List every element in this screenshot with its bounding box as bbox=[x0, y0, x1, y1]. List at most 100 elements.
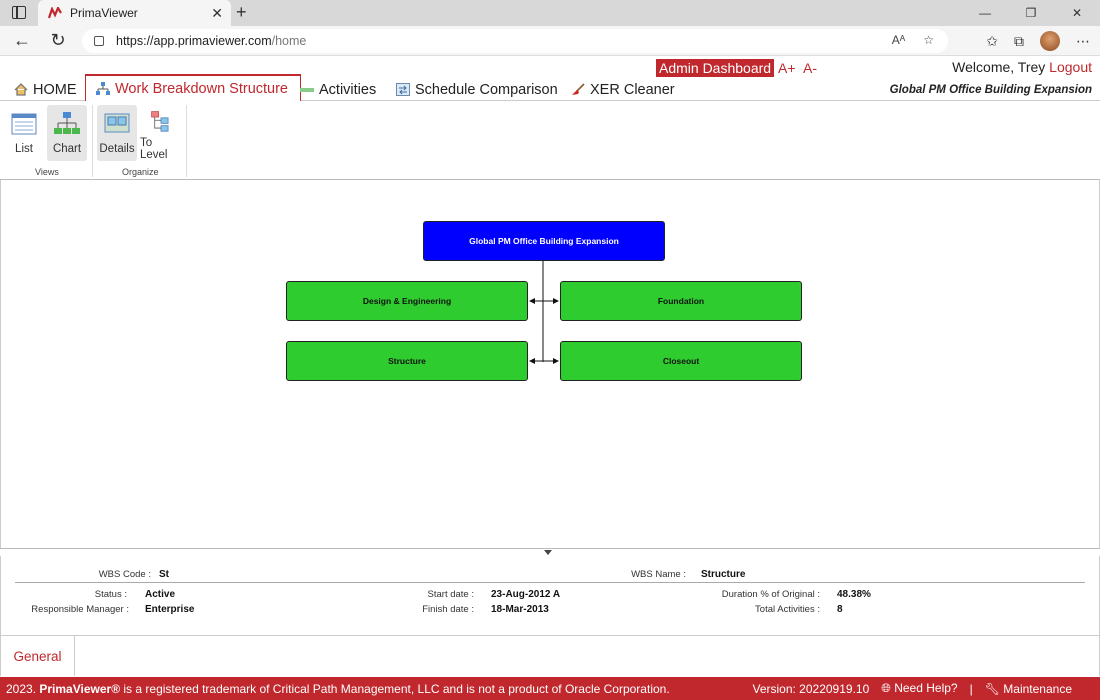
font-decrease-button[interactable]: A- bbox=[803, 60, 817, 76]
welcome-text: Welcome, Trey bbox=[952, 59, 1046, 75]
tab-wbs-label: Work Breakdown Structure bbox=[115, 80, 288, 97]
list-view-button[interactable]: List bbox=[4, 105, 44, 161]
details-label: Details bbox=[99, 143, 135, 155]
maintenance-link[interactable]: 🔧︎ Maintenance bbox=[985, 682, 1072, 696]
house-icon bbox=[14, 83, 28, 96]
minimize-icon[interactable]: — bbox=[962, 0, 1008, 26]
tab-actions-icon[interactable] bbox=[12, 6, 26, 19]
read-aloud-icon[interactable]: Aᴬ bbox=[892, 33, 905, 47]
status-value: Active bbox=[145, 589, 176, 600]
to-level-label: To Level bbox=[140, 137, 168, 161]
tab-schedule-comparison[interactable]: Schedule Comparison bbox=[396, 78, 558, 101]
version-text: Version: 20220919.10 bbox=[752, 681, 870, 696]
details-icon bbox=[104, 113, 130, 133]
list-view-label: List bbox=[15, 143, 33, 155]
tab-activities-label: Activities bbox=[319, 81, 377, 98]
footer-separator: | bbox=[969, 681, 973, 696]
tab-general[interactable]: General bbox=[1, 635, 75, 676]
new-tab-icon[interactable]: + bbox=[236, 2, 247, 23]
chart-view-label: Chart bbox=[52, 143, 82, 155]
finish-date-label: Finish date : bbox=[422, 604, 474, 615]
tab-home-label: HOME bbox=[33, 81, 77, 98]
group-separator bbox=[92, 105, 93, 177]
tab-xer-cleaner-label: XER Cleaner bbox=[590, 81, 675, 98]
browser-tab-bar: PrimaViewer ✕ + — ❐ ✕ bbox=[0, 0, 1100, 26]
tab-schedule-comparison-label: Schedule Comparison bbox=[415, 81, 558, 98]
broom-icon bbox=[572, 83, 585, 95]
ribbon-toolbar: List Chart Details To Level Views Organi… bbox=[0, 101, 1100, 180]
start-date-label: Start date : bbox=[427, 589, 474, 600]
browser-tab[interactable]: PrimaViewer ✕ bbox=[38, 0, 231, 26]
bar-icon bbox=[300, 87, 314, 92]
address-bar: ← ↻ https://app.primaviewer.com/home Aᴬ … bbox=[0, 26, 1100, 56]
org-chart-icon bbox=[54, 112, 80, 134]
duration-label: Duration % of Original : bbox=[721, 589, 820, 600]
url-field[interactable]: https://app.primaviewer.com/home Aᴬ ☆ bbox=[82, 29, 948, 53]
copyright-prefix: 2023. bbox=[6, 681, 37, 696]
browser-tab-title: PrimaViewer bbox=[70, 6, 138, 20]
add-favorite-icon[interactable]: ☆ bbox=[923, 33, 934, 47]
wbs-code-label: WBS Code : bbox=[98, 569, 151, 580]
profile-avatar[interactable] bbox=[1040, 31, 1060, 51]
details-divider bbox=[15, 582, 1085, 583]
total-activities-value: 8 bbox=[837, 604, 843, 615]
url-host: https://app.primaviewer.com bbox=[116, 34, 272, 48]
tab-home[interactable]: HOME bbox=[14, 78, 77, 101]
list-icon bbox=[11, 113, 37, 135]
welcome-area: Welcome, Trey Logout bbox=[952, 59, 1092, 75]
hierarchy-icon bbox=[96, 82, 110, 95]
refresh-icon[interactable]: ↻ bbox=[46, 30, 70, 51]
copyright-text: 2023. PrimaViewer® is a registered trade… bbox=[6, 682, 670, 696]
finish-date-value: 18-Mar-2013 bbox=[491, 604, 549, 615]
maintenance-label: Maintenance bbox=[1003, 681, 1072, 696]
primaviewer-logo-icon bbox=[48, 7, 62, 19]
wrench-icon: 🔧︎ bbox=[984, 681, 1000, 696]
chart-view-button[interactable]: Chart bbox=[47, 105, 87, 161]
favorites-icon[interactable]: ✩ bbox=[986, 33, 998, 50]
panel-splitter[interactable] bbox=[0, 548, 1100, 556]
group-separator bbox=[186, 105, 187, 177]
status-label: Status : bbox=[94, 589, 127, 600]
globe-icon: 🌐︎ bbox=[881, 681, 891, 695]
organize-group-label: Organize bbox=[122, 167, 159, 177]
wbs-chart-area: Global PM Office Building Expansion Desi… bbox=[0, 180, 1100, 548]
footer-bar: 2023. PrimaViewer® is a registered trade… bbox=[0, 677, 1100, 700]
back-icon[interactable]: ← bbox=[10, 30, 34, 51]
font-increase-button[interactable]: A+ bbox=[778, 60, 796, 76]
total-activities-label: Total Activities : bbox=[755, 604, 820, 615]
wbs-node[interactable]: Structure bbox=[286, 341, 528, 381]
details-panel: WBS Code : St WBS Name : Structure Statu… bbox=[0, 556, 1100, 676]
collections-icon[interactable]: ⧉ bbox=[1014, 33, 1024, 50]
manager-label: Responsible Manager : bbox=[31, 604, 129, 615]
collapse-arrow-icon[interactable] bbox=[544, 550, 552, 555]
lock-icon bbox=[94, 36, 104, 46]
help-link[interactable]: 🌐︎ Need Help? bbox=[881, 681, 957, 696]
logout-link[interactable]: Logout bbox=[1049, 59, 1092, 75]
wbs-node[interactable]: Closeout bbox=[560, 341, 802, 381]
wbs-name-value: Structure bbox=[701, 569, 746, 580]
tab-line bbox=[75, 635, 1100, 636]
tab-wbs[interactable]: Work Breakdown Structure bbox=[85, 74, 301, 101]
wbs-node-root[interactable]: Global PM Office Building Expansion bbox=[423, 221, 665, 261]
footer-brand: PrimaViewer® bbox=[39, 681, 121, 696]
wbs-node[interactable]: Design & Engineering bbox=[286, 281, 528, 321]
close-window-icon[interactable]: ✕ bbox=[1054, 0, 1100, 26]
restore-icon[interactable]: ❐ bbox=[1008, 0, 1054, 26]
duration-value: 48.38% bbox=[837, 589, 871, 600]
to-level-icon bbox=[151, 111, 169, 132]
admin-dashboard-button[interactable]: Admin Dashboard bbox=[656, 59, 775, 77]
start-date-value: 23-Aug-2012 A bbox=[491, 589, 561, 600]
tab-activities[interactable]: Activities bbox=[300, 78, 376, 101]
tab-xer-cleaner[interactable]: XER Cleaner bbox=[571, 78, 675, 101]
help-label: Need Help? bbox=[894, 681, 958, 695]
manager-value: Enterprise bbox=[145, 604, 195, 615]
to-level-button[interactable]: To Level bbox=[140, 105, 182, 161]
details-button[interactable]: Details bbox=[97, 105, 137, 161]
close-tab-icon[interactable]: ✕ bbox=[211, 5, 223, 22]
wbs-code-value: St bbox=[159, 569, 169, 580]
app-header: HOME Work Breakdown Structure Activities… bbox=[0, 56, 1100, 101]
more-menu-icon[interactable]: ⋯ bbox=[1076, 33, 1090, 50]
wbs-node[interactable]: Foundation bbox=[560, 281, 802, 321]
views-group-label: Views bbox=[35, 167, 59, 177]
trademark-text: is a registered trademark of Critical Pa… bbox=[123, 681, 670, 696]
